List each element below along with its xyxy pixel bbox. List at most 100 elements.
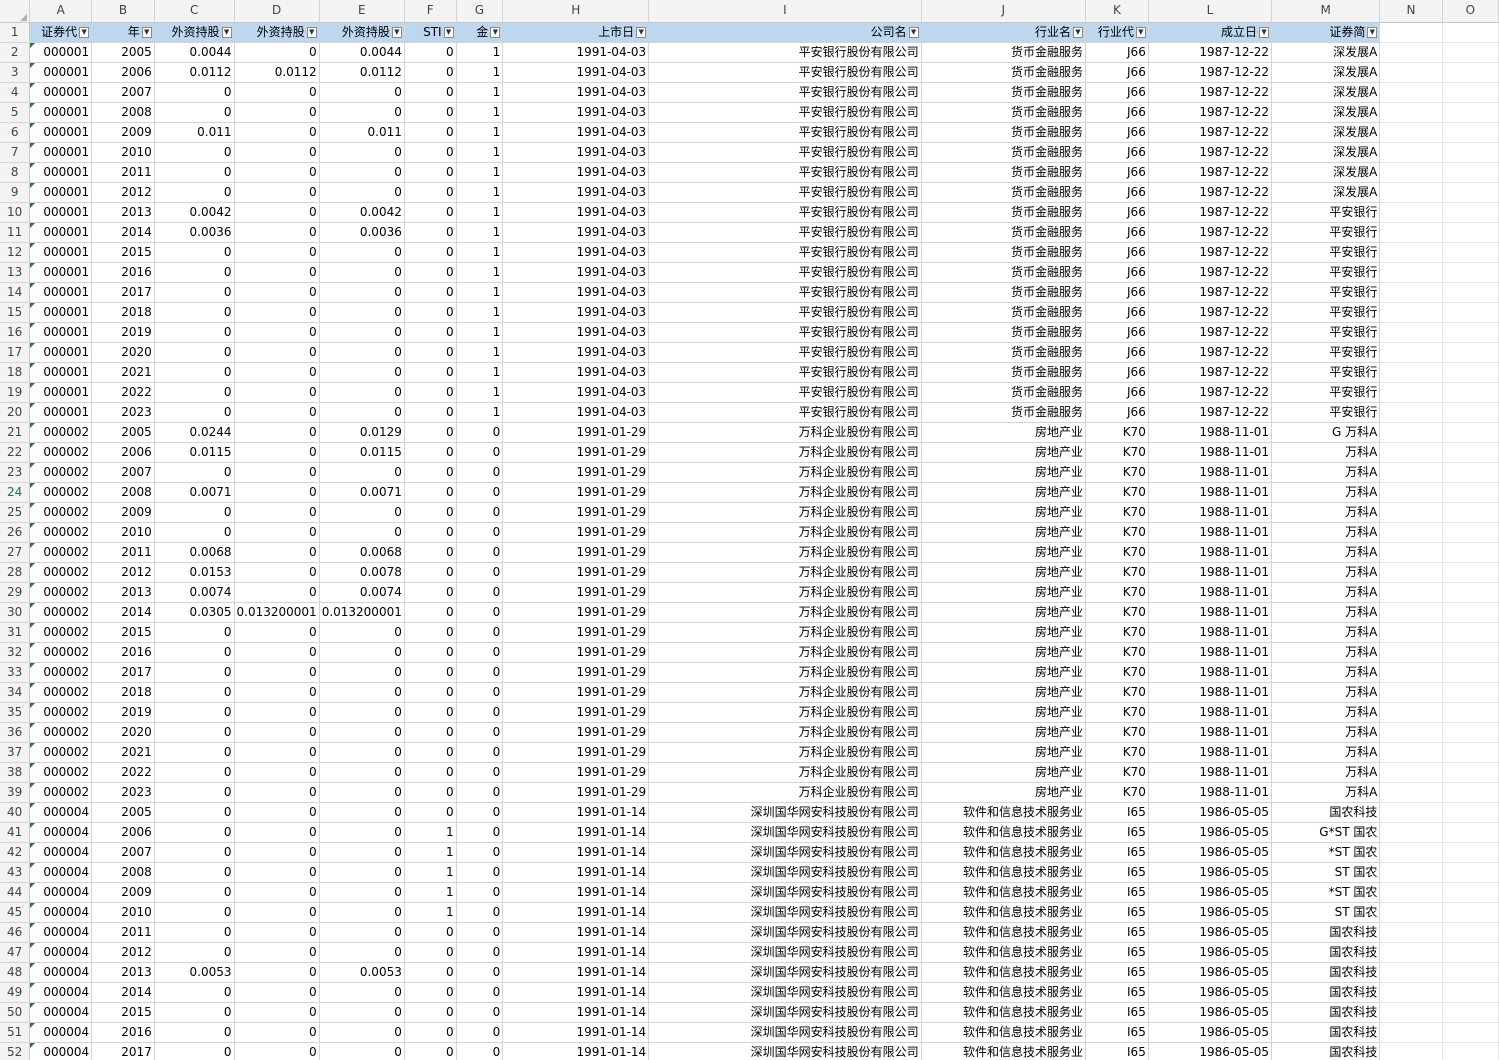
- table-cell[interactable]: 0: [234, 202, 320, 223]
- table-cell[interactable]: 2014: [91, 222, 155, 243]
- empty-cell[interactable]: [1379, 22, 1443, 43]
- table-cell[interactable]: 万科A: [1271, 782, 1381, 803]
- table-cell[interactable]: 1991-01-29: [502, 662, 650, 683]
- table-cell[interactable]: K70: [1085, 422, 1149, 443]
- empty-cell[interactable]: [1379, 202, 1443, 223]
- table-cell[interactable]: 2011: [91, 922, 155, 943]
- row-number[interactable]: 18: [0, 362, 31, 383]
- table-cell[interactable]: 2017: [91, 1042, 155, 1060]
- table-cell[interactable]: 平安银行股份有限公司: [648, 122, 922, 143]
- empty-cell[interactable]: [1442, 242, 1499, 263]
- filter-dropdown-icon[interactable]: ▼: [391, 26, 402, 38]
- table-cell[interactable]: 万科A: [1271, 762, 1381, 783]
- table-cell[interactable]: 万科企业股份有限公司: [648, 782, 922, 803]
- table-cell[interactable]: 0: [456, 622, 504, 643]
- empty-cell[interactable]: [1379, 402, 1443, 423]
- table-cell[interactable]: 2010: [91, 902, 155, 923]
- table-cell[interactable]: 2019: [91, 702, 155, 723]
- table-cell[interactable]: 000004: [29, 842, 93, 863]
- empty-cell[interactable]: [1379, 642, 1443, 663]
- table-cell[interactable]: 1991-04-03: [502, 182, 650, 203]
- table-cell[interactable]: 1991-04-03: [502, 62, 650, 83]
- row-number[interactable]: 43: [0, 862, 31, 883]
- table-cell[interactable]: 2007: [91, 82, 155, 103]
- row-number[interactable]: 25: [0, 502, 31, 523]
- table-cell[interactable]: 货币金融服务: [921, 282, 1086, 303]
- table-cell[interactable]: 0: [319, 242, 405, 263]
- table-cell[interactable]: 0: [154, 102, 235, 123]
- table-cell[interactable]: 万科A: [1271, 722, 1381, 743]
- row-number[interactable]: 42: [0, 842, 31, 863]
- table-cell[interactable]: 2007: [91, 462, 155, 483]
- table-cell[interactable]: 1987-12-22: [1148, 302, 1273, 323]
- empty-cell[interactable]: [1442, 442, 1499, 463]
- table-cell[interactable]: 国农科技: [1271, 942, 1381, 963]
- header-cell[interactable]: 外资持股 ▼: [319, 22, 405, 43]
- table-cell[interactable]: 0: [234, 102, 320, 123]
- empty-cell[interactable]: [1442, 102, 1499, 123]
- table-cell[interactable]: 平安银行: [1271, 202, 1381, 223]
- row-number[interactable]: 51: [0, 1022, 31, 1043]
- table-cell[interactable]: 000002: [29, 562, 93, 583]
- table-cell[interactable]: 平安银行: [1271, 222, 1381, 243]
- table-cell[interactable]: 0.0044: [154, 42, 235, 63]
- table-cell[interactable]: K70: [1085, 602, 1149, 623]
- table-cell[interactable]: 0: [234, 662, 320, 683]
- empty-cell[interactable]: [1442, 702, 1499, 723]
- table-cell[interactable]: 0: [154, 762, 235, 783]
- table-cell[interactable]: 0.011: [154, 122, 235, 143]
- table-cell[interactable]: 2019: [91, 322, 155, 343]
- table-cell[interactable]: 2008: [91, 102, 155, 123]
- table-cell[interactable]: 2008: [91, 482, 155, 503]
- table-cell[interactable]: 1987-12-22: [1148, 102, 1273, 123]
- table-cell[interactable]: 货币金融服务: [921, 342, 1086, 363]
- empty-cell[interactable]: [1442, 502, 1499, 523]
- empty-cell[interactable]: [1442, 1042, 1499, 1060]
- table-cell[interactable]: 深圳国华网安科技股份有限公司: [648, 962, 922, 983]
- table-cell[interactable]: 2020: [91, 342, 155, 363]
- filter-dropdown-icon[interactable]: ▼: [1072, 26, 1083, 38]
- table-cell[interactable]: 1991-04-03: [502, 162, 650, 183]
- table-cell[interactable]: 2009: [91, 882, 155, 903]
- table-cell[interactable]: 0: [234, 842, 320, 863]
- empty-cell[interactable]: [1442, 802, 1499, 823]
- empty-cell[interactable]: [1379, 482, 1443, 503]
- table-cell[interactable]: 0: [319, 702, 405, 723]
- table-cell[interactable]: 0.0042: [154, 202, 235, 223]
- table-cell[interactable]: J66: [1085, 242, 1149, 263]
- row-number[interactable]: 15: [0, 302, 31, 323]
- table-cell[interactable]: 0: [319, 682, 405, 703]
- table-cell[interactable]: 0: [234, 622, 320, 643]
- table-cell[interactable]: 1986-05-05: [1148, 1002, 1273, 1023]
- table-cell[interactable]: 000004: [29, 922, 93, 943]
- table-cell[interactable]: 000001: [29, 382, 93, 403]
- table-cell[interactable]: 000002: [29, 462, 93, 483]
- table-cell[interactable]: 1991-04-03: [502, 282, 650, 303]
- row-number[interactable]: 2: [0, 42, 31, 63]
- empty-cell[interactable]: [1379, 882, 1443, 903]
- row-number[interactable]: 44: [0, 882, 31, 903]
- empty-cell[interactable]: [1442, 822, 1499, 843]
- table-cell[interactable]: 000002: [29, 522, 93, 543]
- table-cell[interactable]: 1987-12-22: [1148, 222, 1273, 243]
- table-cell[interactable]: 1991-04-03: [502, 222, 650, 243]
- table-cell[interactable]: 0: [234, 1022, 320, 1043]
- table-cell[interactable]: 0: [234, 982, 320, 1003]
- empty-cell[interactable]: [1379, 822, 1443, 843]
- table-cell[interactable]: 1991-04-03: [502, 302, 650, 323]
- table-cell[interactable]: 1987-12-22: [1148, 62, 1273, 83]
- table-cell[interactable]: 房地产业: [921, 762, 1086, 783]
- table-cell[interactable]: 0: [404, 622, 457, 643]
- table-cell[interactable]: 2016: [91, 642, 155, 663]
- table-cell[interactable]: J66: [1085, 162, 1149, 183]
- table-cell[interactable]: 0: [154, 722, 235, 743]
- table-cell[interactable]: 2015: [91, 1002, 155, 1023]
- row-number[interactable]: 13: [0, 262, 31, 283]
- table-cell[interactable]: 1: [404, 822, 457, 843]
- table-cell[interactable]: 0: [404, 522, 457, 543]
- empty-cell[interactable]: [1442, 922, 1499, 943]
- table-cell[interactable]: 1988-11-01: [1148, 462, 1273, 483]
- row-number[interactable]: 27: [0, 542, 31, 563]
- table-cell[interactable]: 1991-01-29: [502, 722, 650, 743]
- empty-cell[interactable]: [1379, 162, 1443, 183]
